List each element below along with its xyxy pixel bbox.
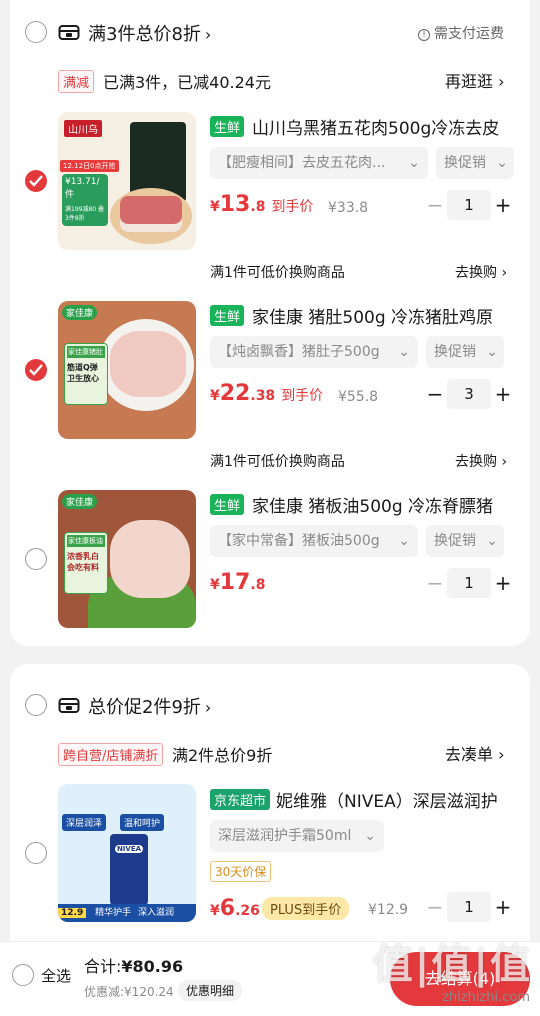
item-select-radio[interactable]	[25, 359, 47, 381]
qty-plus-button[interactable]: +	[493, 195, 513, 215]
store-icon	[58, 25, 80, 40]
item-select-radio[interactable]	[25, 842, 47, 864]
group-select-radio[interactable]	[25, 694, 47, 716]
label-1: 深层润泽	[62, 814, 107, 831]
discount-detail-button[interactable]: 优惠明细	[178, 980, 243, 1001]
discount-amount: 优惠减:¥120.24	[84, 985, 174, 999]
promo-tag: 满减	[58, 70, 95, 93]
promo-link[interactable]: 再逛逛 ›	[445, 68, 505, 92]
promo-text: 已满3件，已减40.24元	[103, 73, 271, 92]
product-title[interactable]: 妮维雅（NIVEA）深层滋润护	[276, 787, 522, 812]
price: ¥17.8	[210, 570, 266, 595]
spec-selector[interactable]: 【炖卤飘香】猪肚子500g ⌄	[210, 336, 418, 368]
price: ¥6.26	[210, 896, 260, 921]
qty-minus-button[interactable]: −	[425, 573, 445, 593]
qty-input[interactable]: 1	[447, 190, 491, 220]
lard-image	[110, 520, 190, 598]
select-all-label[interactable]: 全选	[41, 965, 71, 986]
exchange-text: 满1件可低价换购商品	[210, 265, 345, 281]
store-icon	[58, 698, 80, 713]
shipping-note[interactable]: ! 需支付运费	[418, 23, 504, 43]
fresh-tag: 生鲜	[210, 116, 245, 137]
product-title[interactable]: 山川乌黑猪五花肉500g冷冻去皮	[252, 114, 522, 139]
qty-plus-button[interactable]: +	[493, 897, 513, 917]
brand-logo: 山川乌	[64, 120, 102, 137]
swap-promo-selector[interactable]: 换促销 ⌄	[426, 336, 504, 368]
product-image[interactable]: 家佳康 家佳康猪肚 筋道Q弹 卫生放心	[58, 301, 196, 439]
original-price: ¥33.8	[328, 200, 369, 216]
check-icon	[29, 175, 43, 187]
label-2: 温和呵护	[120, 814, 165, 831]
fresh-tag: 生鲜	[210, 494, 245, 515]
price-badge: ¥13.71/件 满199减80 叠3件8折	[62, 174, 108, 226]
promo-banner: 12.12日0点开抢	[60, 160, 119, 172]
pork-image	[120, 196, 182, 232]
watermark: 值|值|值	[372, 942, 532, 988]
qty-input[interactable]: 3	[447, 379, 491, 409]
exchange-link[interactable]: 去换购 ›	[455, 262, 507, 282]
item-select-radio[interactable]	[25, 548, 47, 570]
check-icon	[29, 364, 43, 376]
group-select-radio[interactable]	[25, 21, 47, 43]
product-image[interactable]: 山川乌 12.12日0点开抢 ¥13.71/件 满199减80 叠3件8折	[58, 112, 196, 250]
price: ¥22.38 到手价	[210, 381, 324, 406]
qty-input[interactable]: 1	[447, 892, 491, 922]
promo-tag: 跨自营/店铺满折	[58, 743, 164, 766]
exchange-link[interactable]: 去换购 ›	[455, 451, 507, 471]
group-title[interactable]: 总价促2件9折 ›	[88, 693, 211, 719]
watermark-url: zhizhizhi.com	[442, 990, 530, 1005]
qty-plus-button[interactable]: +	[493, 573, 513, 593]
price-protect-tag: 30天价保	[210, 861, 272, 882]
qty-minus-button[interactable]: −	[425, 195, 445, 215]
promo-text: 满2件总价9折	[172, 746, 273, 765]
select-all-radio[interactable]	[12, 964, 34, 986]
original-price: ¥55.8	[338, 389, 379, 405]
product-image[interactable]: 深层润泽 温和呵护 NIVEA 12.9 精华护手 深入滋润	[58, 784, 196, 922]
spec-selector[interactable]: 【家中常备】猪板油500g ⌄	[210, 525, 418, 557]
price: ¥13.8 到手价	[210, 192, 314, 217]
info-icon: !	[418, 29, 430, 41]
plus-price-tag: PLUS到手价	[262, 897, 350, 920]
swap-promo-selector[interactable]: 换促销 ⌄	[426, 525, 504, 557]
label-card: 家佳康板油 浓香乳白 会吃有料	[64, 532, 108, 594]
bottom-band: 12.9 精华护手 深入滋润	[58, 904, 196, 922]
total-amount: 合计:¥80.96	[84, 957, 184, 976]
tube-image: NIVEA	[110, 834, 148, 910]
spec-selector[interactable]: 【肥瘦相间】去皮五花肉... ⌄	[210, 147, 428, 179]
group-title[interactable]: 满3件总价8折 ›	[88, 20, 211, 46]
item-select-radio[interactable]	[25, 170, 47, 192]
brand-logo: 家佳康	[62, 494, 98, 509]
jd-supermarket-tag: 京东超市	[210, 789, 271, 810]
product-image[interactable]: 家佳康 家佳康板油 浓香乳白 会吃有料	[58, 490, 196, 628]
qty-input[interactable]: 1	[447, 568, 491, 598]
label-card: 家佳康猪肚 筋道Q弹 卫生放心	[64, 343, 108, 405]
product-title[interactable]: 家佳康 猪肚500g 冷冻猪肚鸡原	[252, 303, 522, 328]
tripe-image	[110, 331, 186, 397]
qty-minus-button[interactable]: −	[425, 897, 445, 917]
original-price: ¥12.9	[368, 902, 409, 918]
exchange-text: 满1件可低价换购商品	[210, 454, 345, 470]
spec-selector[interactable]: 深层滋润护手霜50ml ⌄	[210, 820, 384, 852]
swap-promo-selector[interactable]: 换促销 ⌄	[436, 147, 514, 179]
qty-minus-button[interactable]: −	[425, 384, 445, 404]
product-title[interactable]: 家佳康 猪板油500g 冷冻脊膘猪	[252, 492, 522, 517]
promo-link[interactable]: 去凑单 ›	[445, 741, 505, 765]
qty-plus-button[interactable]: +	[493, 384, 513, 404]
fresh-tag: 生鲜	[210, 305, 245, 326]
brand-logo: 家佳康	[62, 305, 98, 320]
